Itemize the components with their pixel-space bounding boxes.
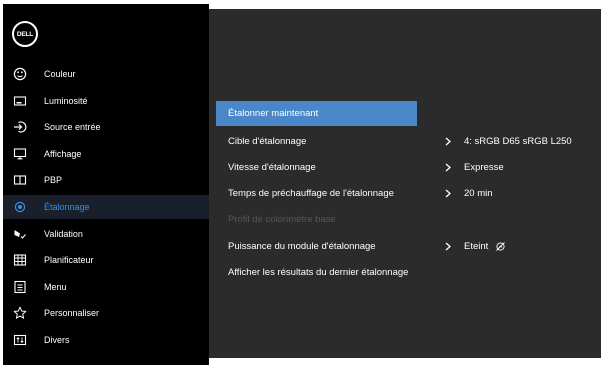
- sidebar-item-label: Validation: [44, 229, 83, 239]
- power-off-icon: [495, 241, 506, 252]
- menu-item-label: Puissance du module d'étalonnage: [228, 240, 376, 252]
- pbp-icon: [13, 173, 27, 187]
- validation-icon: [13, 227, 27, 241]
- sidebar-item-label: Planificateur: [44, 255, 94, 265]
- brightness-icon: [13, 94, 27, 108]
- sidebar-item-menu[interactable]: Menu: [3, 275, 209, 299]
- menu-item-label: Cible d'étalonnage: [228, 135, 307, 147]
- menu-item-label: Afficher les résultats du dernier étalon…: [228, 266, 409, 278]
- sidebar-item-label: Étalonnage: [44, 202, 90, 212]
- sidebar-item-personnaliser[interactable]: Personnaliser: [3, 301, 209, 325]
- menu-item-label: Temps de préchauffage de l'étalonnage: [228, 187, 394, 199]
- sidebar-item-divers[interactable]: Divers: [3, 328, 209, 352]
- palette-icon: [13, 67, 27, 81]
- sidebar-item-luminosite[interactable]: Luminosité: [3, 89, 209, 113]
- menu-icon: [13, 280, 27, 294]
- menu-item-value: 20 min: [464, 187, 493, 199]
- sidebar-item-planificateur[interactable]: Planificateur: [3, 248, 209, 272]
- menu-item-vitesse-etalonnage[interactable]: Vitesse d'étalonnage Expresse: [216, 155, 596, 180]
- menu-item-temps-prechauffage[interactable]: Temps de préchauffage de l'étalonnage 20…: [216, 181, 596, 206]
- dell-logo: DELL: [12, 21, 38, 47]
- sidebar-item-label: Luminosité: [44, 96, 88, 106]
- sidebar-item-pbp[interactable]: PBP: [3, 168, 209, 192]
- calibration-icon: [13, 200, 27, 214]
- sidebar-item-etalonnage[interactable]: Étalonnage: [3, 195, 209, 219]
- sidebar-item-affichage[interactable]: Affichage: [3, 142, 209, 166]
- sidebar-item-label: Menu: [44, 282, 67, 292]
- sidebar-item-label: Source entrée: [44, 122, 101, 132]
- menu-item-afficher-resultats[interactable]: Afficher les résultats du dernier étalon…: [216, 260, 596, 285]
- chevron-right-icon: [444, 137, 452, 146]
- menu-item-label: Profil de colorimètre basé: [228, 213, 336, 225]
- sidebar-item-label: Affichage: [44, 149, 82, 159]
- sidebar-item-source-entree[interactable]: Source entrée: [3, 115, 209, 139]
- menu-item-value: Eteint: [464, 240, 489, 252]
- chevron-right-icon: [444, 163, 452, 172]
- menu-item-value: 4: sRGB D65 sRGB L250: [464, 135, 572, 147]
- menu-item-label: Vitesse d'étalonnage: [228, 161, 316, 173]
- menu-item-label: Étalonner maintenant: [228, 107, 319, 119]
- osd-sidebar: DELL Couleur Luminosité Source entrée Af…: [3, 4, 209, 365]
- menu-item-profil-colorimetre: Profil de colorimètre basé: [216, 207, 596, 232]
- dell-logo-text: DELL: [16, 30, 34, 38]
- menu-item-cible-etalonnage[interactable]: Cible d'étalonnage 4: sRGB D65 sRGB L250: [216, 129, 596, 154]
- sidebar-item-label: Personnaliser: [44, 308, 100, 318]
- star-icon: [13, 306, 27, 320]
- input-source-icon: [13, 120, 27, 134]
- chevron-right-icon: [444, 242, 452, 251]
- sidebar-item-label: Divers: [44, 335, 70, 345]
- menu-item-value: Expresse: [464, 161, 504, 173]
- chevron-right-icon: [444, 189, 452, 198]
- menu-item-etalonner-maintenant[interactable]: Étalonner maintenant: [216, 100, 417, 126]
- menu-item-puissance-module[interactable]: Puissance du module d'étalonnage Eteint: [216, 234, 596, 259]
- osd-submenu-panel: Étalonner maintenant Cible d'étalonnage …: [209, 9, 601, 358]
- sidebar-item-label: PBP: [44, 175, 63, 185]
- sidebar-item-couleur[interactable]: Couleur: [3, 62, 209, 86]
- sidebar-item-validation[interactable]: Validation: [3, 222, 209, 246]
- display-icon: [13, 147, 27, 161]
- sidebar-item-label: Couleur: [44, 69, 76, 79]
- scheduler-icon: [13, 253, 27, 267]
- others-icon: [13, 333, 27, 347]
